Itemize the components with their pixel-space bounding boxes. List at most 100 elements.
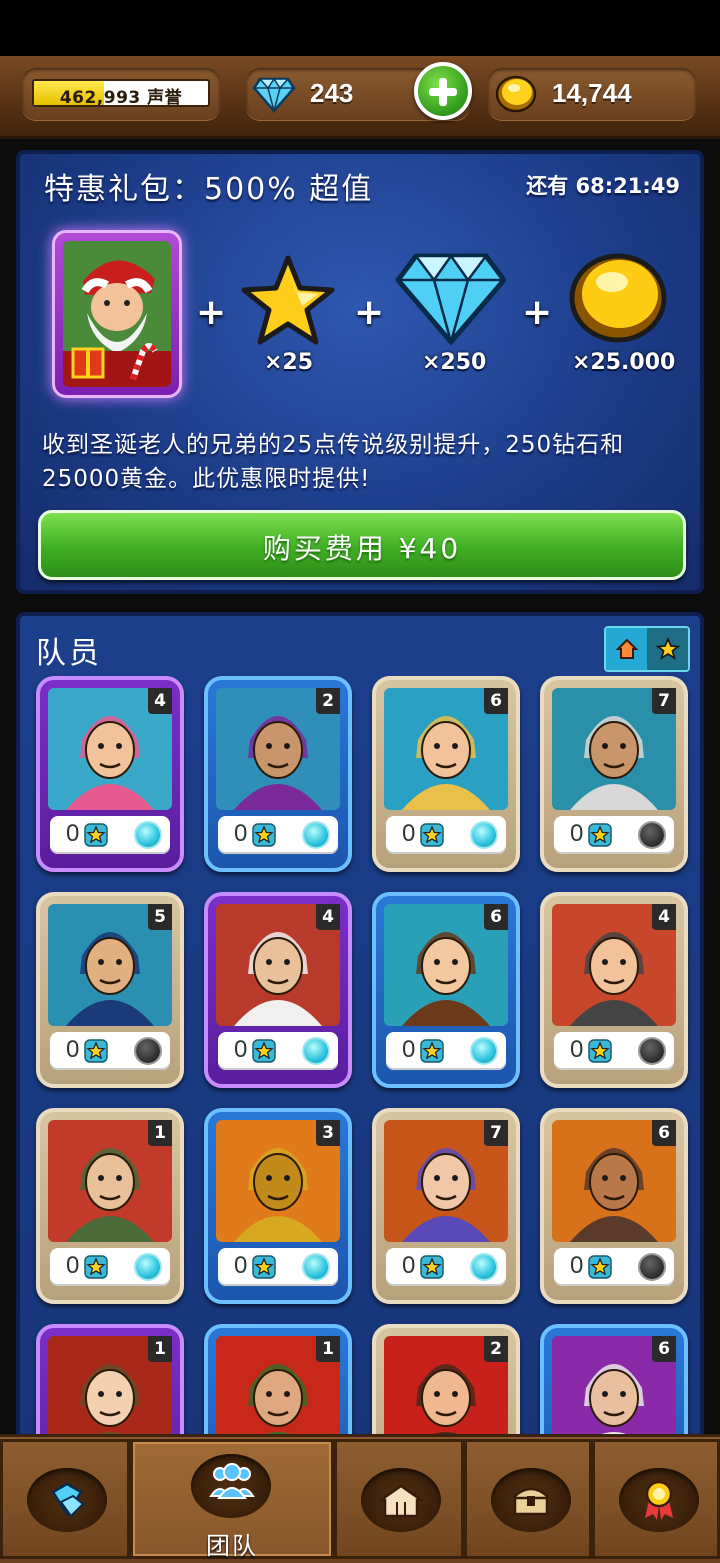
star-badge-icon bbox=[588, 1255, 612, 1279]
hero-level-badge: 7 bbox=[484, 1120, 508, 1146]
hero-status-dot bbox=[304, 823, 328, 847]
hero-card-old-hunter[interactable]: 10 bbox=[36, 1108, 184, 1304]
plus-sign: + bbox=[354, 292, 385, 333]
hero-status-dot bbox=[640, 1255, 664, 1279]
buildings-icon bbox=[379, 1484, 423, 1518]
hero-status-dot bbox=[640, 823, 664, 847]
nav-tab-chest[interactable] bbox=[464, 1439, 592, 1559]
reputation-bar: 462,993 声誉 bbox=[32, 79, 210, 107]
hero-star-count: 0 bbox=[402, 1036, 416, 1063]
hero-level-badge: 1 bbox=[148, 1120, 172, 1146]
hero-card-barmaid[interactable]: 40 bbox=[540, 892, 688, 1088]
reputation-text: 462,993 声誉 bbox=[34, 83, 208, 107]
hero-stat-bar: 0 bbox=[554, 1032, 674, 1070]
hero-level-badge: 4 bbox=[652, 904, 676, 930]
hero-star-count: 0 bbox=[570, 820, 584, 847]
hero-stat-bar: 0 bbox=[386, 1248, 506, 1286]
plus-sign: + bbox=[196, 292, 227, 333]
star-badge-icon bbox=[420, 823, 444, 847]
reputation-value: 462,993 bbox=[59, 88, 141, 107]
nav-tab-buildings[interactable] bbox=[334, 1439, 464, 1559]
plus-sign: + bbox=[522, 292, 553, 333]
hero-card-strongman[interactable]: 60 bbox=[540, 1108, 688, 1304]
hero-status-dot bbox=[136, 823, 160, 847]
hero-card-elf-craftsman[interactable]: 70 bbox=[372, 1108, 520, 1304]
home-icon bbox=[615, 638, 638, 659]
diamond-icon bbox=[395, 253, 507, 346]
hero-level-badge: 4 bbox=[148, 688, 172, 714]
gold-coin-icon bbox=[495, 75, 537, 113]
nav-tab-shop[interactable] bbox=[0, 1439, 130, 1559]
hero-card-red-lady[interactable]: 2 bbox=[372, 1324, 520, 1438]
reputation-panel[interactable]: 462,993 声誉 bbox=[22, 68, 220, 120]
buy-offer-button[interactable]: 购买费用 ¥40 bbox=[38, 510, 686, 580]
hero-stat-bar: 0 bbox=[50, 816, 170, 854]
hero-stat-bar: 0 bbox=[218, 816, 338, 854]
nav-tab-achievements[interactable] bbox=[592, 1439, 720, 1559]
hero-star-count: 0 bbox=[66, 1252, 80, 1279]
hero-level-badge: 6 bbox=[484, 688, 508, 714]
hero-star-count: 0 bbox=[234, 1252, 248, 1279]
hero-level-badge: 5 bbox=[148, 904, 172, 930]
hero-card-scared-boy[interactable]: 1 bbox=[36, 1324, 184, 1438]
sort-by-star-button[interactable] bbox=[647, 628, 688, 670]
hero-star-count: 0 bbox=[570, 1036, 584, 1063]
hero-card-potion-maiden[interactable]: 60 bbox=[372, 676, 520, 872]
sort-by-building-button[interactable] bbox=[606, 628, 647, 670]
reputation-label: 声誉 bbox=[147, 88, 183, 107]
hero-status-dot bbox=[304, 1255, 328, 1279]
team-panel: 队员 4020607050406040103070601126 bbox=[16, 612, 704, 1442]
hero-star-count: 0 bbox=[66, 1036, 80, 1063]
nav-tab-team[interactable]: 团队 bbox=[130, 1439, 334, 1560]
team-icon bbox=[209, 1463, 255, 1499]
hero-card-monocle-general[interactable]: 50 bbox=[36, 892, 184, 1088]
hero-stat-bar: 0 bbox=[50, 1248, 170, 1286]
star-badge-icon bbox=[84, 823, 108, 847]
hero-level-badge: 1 bbox=[316, 1336, 340, 1362]
buy-offer-label: 购买费用 ¥40 bbox=[262, 532, 462, 565]
hero-stat-bar: 0 bbox=[218, 1032, 338, 1070]
reward-quantity: ×25 bbox=[264, 350, 314, 375]
star-badge-icon bbox=[420, 1039, 444, 1063]
hero-stat-bar: 0 bbox=[386, 1032, 506, 1070]
hero-card-bearded-mage[interactable]: 20 bbox=[204, 676, 352, 872]
hero-card-golden-knight[interactable]: 30 bbox=[204, 1108, 352, 1304]
star-badge-icon bbox=[252, 1039, 276, 1063]
hero-level-badge: 2 bbox=[484, 1336, 508, 1362]
gold-value: 14,744 bbox=[552, 78, 632, 108]
hero-star-count: 0 bbox=[402, 1252, 416, 1279]
gold-panel[interactable]: 14,744 bbox=[488, 68, 696, 120]
reward-quantity: ×250 bbox=[422, 350, 487, 375]
hero-status-dot bbox=[472, 1039, 496, 1063]
hero-star-count: 0 bbox=[234, 820, 248, 847]
gold-coin-icon bbox=[569, 253, 667, 343]
hero-stat-bar: 0 bbox=[218, 1248, 338, 1286]
hero-stat-bar: 0 bbox=[554, 816, 674, 854]
hero-card-baker-woman[interactable]: 60 bbox=[372, 892, 520, 1088]
team-title: 队员 bbox=[36, 636, 102, 671]
buy-gems-button[interactable] bbox=[414, 62, 472, 120]
hero-card-hooded-ranger[interactable]: 1 bbox=[204, 1324, 352, 1438]
hero-level-badge: 6 bbox=[652, 1336, 676, 1362]
special-offer-panel: 特惠礼包：500% 超值 还有 68:21:49 + + + ×25 ×250 … bbox=[16, 150, 704, 594]
nav-tab-team-label: 团队 bbox=[206, 1532, 258, 1560]
achievement-icon bbox=[645, 1480, 673, 1520]
hero-level-badge: 6 bbox=[652, 1120, 676, 1146]
star-badge-icon bbox=[252, 1255, 276, 1279]
star-badge-icon bbox=[84, 1255, 108, 1279]
resource-bar: 462,993 声誉 243 14,744 bbox=[0, 56, 720, 139]
hero-card-white-wizard[interactable]: 6 bbox=[540, 1324, 688, 1438]
hero-level-badge: 1 bbox=[148, 1336, 172, 1362]
chest-icon bbox=[513, 1487, 549, 1516]
hero-card-butcher-chef[interactable]: 40 bbox=[204, 892, 352, 1088]
star-icon bbox=[241, 255, 335, 345]
offer-timer: 还有 68:21:49 bbox=[526, 174, 680, 198]
hero-level-badge: 7 bbox=[652, 688, 676, 714]
santa-hero-card[interactable] bbox=[52, 230, 182, 398]
hero-card-old-hermit[interactable]: 70 bbox=[540, 676, 688, 872]
hero-stat-bar: 0 bbox=[50, 1032, 170, 1070]
hero-star-count: 0 bbox=[402, 820, 416, 847]
status-bar bbox=[0, 0, 720, 56]
hero-stat-bar: 0 bbox=[554, 1248, 674, 1286]
hero-card-elf-alchemist[interactable]: 40 bbox=[36, 676, 184, 872]
